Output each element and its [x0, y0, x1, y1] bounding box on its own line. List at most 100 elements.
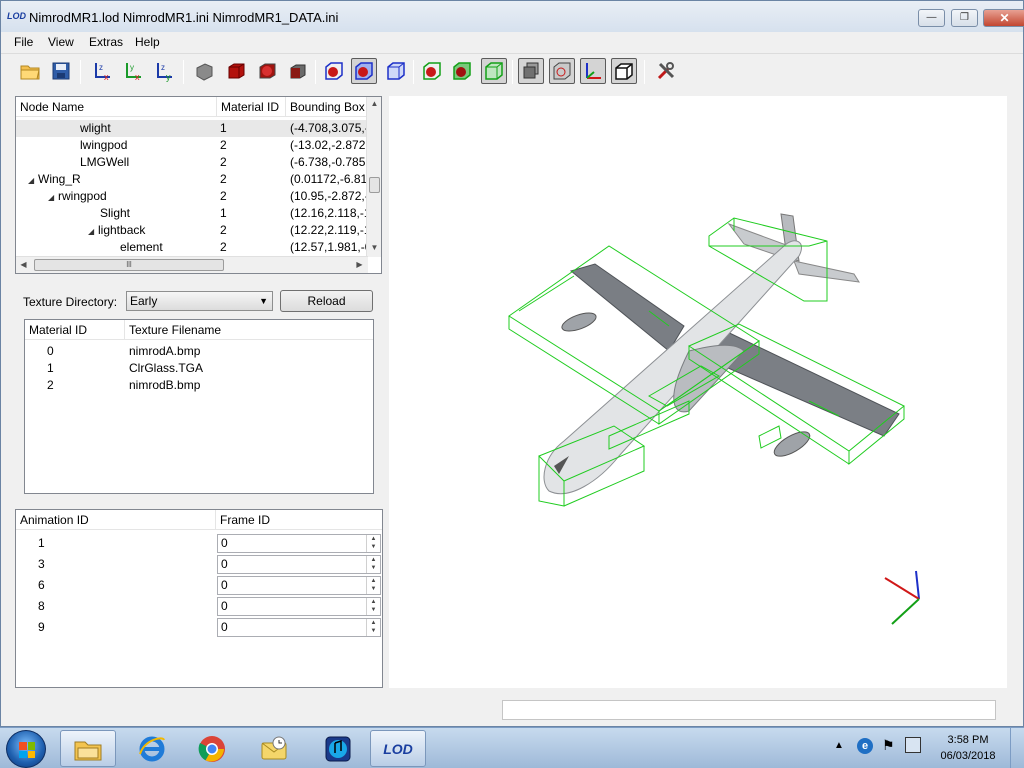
expand-triangle-icon[interactable]: ◢	[28, 172, 38, 188]
spin-up-icon[interactable]: ▲	[367, 619, 380, 627]
dark-cube-icon[interactable]	[285, 58, 311, 84]
title-bar[interactable]: LOD NimrodMR1.lod NimrodMR1.ini NimrodMR…	[1, 1, 1024, 32]
menu-extras[interactable]: Extras	[87, 34, 125, 50]
network-icon[interactable]	[905, 737, 921, 753]
model-viewport[interactable]	[389, 96, 1007, 688]
spin-down-icon[interactable]: ▼	[367, 627, 380, 635]
file-explorer-icon[interactable]	[60, 730, 116, 767]
node-tree-vscroll[interactable]: ▲ ▼	[366, 97, 381, 257]
menu-view[interactable]: View	[46, 34, 76, 50]
frame-id-value: 0	[221, 536, 228, 550]
internet-explorer-icon[interactable]	[124, 730, 180, 767]
show-desktop-button[interactable]	[1010, 728, 1024, 768]
spin-down-icon[interactable]: ▼	[367, 606, 380, 614]
spinbox-arrows[interactable]: ▲ ▼	[366, 598, 380, 615]
wire-box-icon[interactable]	[549, 58, 575, 84]
clock-date[interactable]: 06/03/2018	[934, 750, 1002, 762]
texture-row[interactable]: 1 ClrGlass.TGA	[25, 360, 373, 377]
clock-time[interactable]: 3:58 PM	[938, 734, 998, 746]
tree-node-row[interactable]: element 2 (12.57,1.981,-0	[16, 239, 368, 256]
spin-down-icon[interactable]: ▼	[367, 564, 380, 572]
start-button[interactable]	[6, 730, 46, 768]
node-tree-vscroll-thumb[interactable]	[369, 177, 380, 193]
menu-file[interactable]: File	[12, 34, 35, 50]
show-hidden-icon[interactable]: ▲	[834, 740, 844, 751]
axes-icon[interactable]	[580, 58, 606, 84]
edge-tray-icon[interactable]: e	[857, 738, 873, 754]
texture-directory-select[interactable]: Early ▼	[126, 291, 273, 311]
flag-icon[interactable]: ⚑	[882, 737, 895, 754]
col-texture-filename[interactable]: Texture Filename	[125, 320, 373, 340]
frame-id-spinbox[interactable]: 0 ▲ ▼	[217, 534, 381, 553]
spin-up-icon[interactable]: ▲	[367, 556, 380, 564]
maximize-button[interactable]: ❐	[951, 9, 978, 27]
shaded-solid-icon[interactable]	[191, 58, 217, 84]
tree-node-row[interactable]: ◢ lightback 2 (12.22,2.119,-1	[16, 222, 368, 239]
frame-id-spinbox[interactable]: 0 ▲ ▼	[217, 555, 381, 574]
blue-box-outline-icon[interactable]	[383, 58, 409, 84]
blue-box-solid-icon[interactable]	[351, 58, 377, 84]
col-texture-material-id[interactable]: Material ID	[25, 320, 125, 340]
tree-node-row[interactable]: lwingpod 2 (-13.02,-2.872,-	[16, 137, 368, 154]
col-bounding-box[interactable]: Bounding Box	[286, 97, 368, 117]
rotate-z-icon[interactable]: zx	[89, 58, 115, 84]
reload-button[interactable]: Reload	[280, 290, 373, 312]
col-node-name[interactable]: Node Name	[16, 97, 217, 117]
col-frame-id[interactable]: Frame ID	[216, 510, 382, 530]
expand-triangle-icon[interactable]: ◢	[48, 189, 58, 205]
spin-down-icon[interactable]: ▼	[367, 543, 380, 551]
lod-app-icon[interactable]: LOD	[370, 730, 426, 767]
col-material-id[interactable]: Material ID	[217, 97, 286, 117]
frame-id-spinbox[interactable]: 0 ▲ ▼	[217, 597, 381, 616]
green-box-outline-icon[interactable]	[481, 58, 507, 84]
spinbox-arrows[interactable]: ▲ ▼	[366, 535, 380, 552]
open-folder-icon[interactable]	[17, 58, 43, 84]
close-button[interactable]: ✕	[983, 9, 1024, 27]
green-box-red-icon[interactable]	[419, 58, 445, 84]
tree-node-material: 2	[220, 240, 227, 254]
tree-node-row[interactable]: ◢ Wing_R 2 (0.01172,-6.811	[16, 171, 368, 188]
spinbox-arrows[interactable]: ▲ ▼	[366, 556, 380, 573]
red-cube-icon[interactable]	[254, 58, 280, 84]
layers-icon[interactable]	[518, 58, 544, 84]
spin-up-icon[interactable]: ▲	[367, 598, 380, 606]
node-tree-hscroll[interactable]: ◀ lll ▶	[16, 256, 368, 273]
texture-row[interactable]: 0 nimrodA.bmp	[25, 343, 373, 360]
media-player-icon[interactable]	[310, 730, 366, 767]
spin-up-icon[interactable]: ▲	[367, 535, 380, 543]
minimize-button[interactable]: —	[918, 9, 945, 27]
frame-id-spinbox[interactable]: 0 ▲ ▼	[217, 618, 381, 637]
frame-id-spinbox[interactable]: 0 ▲ ▼	[217, 576, 381, 595]
scroll-right-icon[interactable]: ▶	[352, 260, 367, 269]
tree-node-row[interactable]: LMGWell 2 (-6.738,-0.7852	[16, 154, 368, 171]
animation-table[interactable]: Animation ID Frame ID 1 0 ▲ ▼ 3 0 ▲ ▼ 6 0 ▲ ▼ 8 0 ▲ ▼ 9 0…	[15, 509, 383, 688]
tree-node-row[interactable]: Slight 1 (12.16,2.118,-1	[16, 205, 368, 222]
spin-up-icon[interactable]: ▲	[367, 577, 380, 585]
menu-help[interactable]: Help	[133, 34, 162, 50]
scroll-down-icon[interactable]: ▼	[367, 243, 381, 252]
save-icon[interactable]	[48, 58, 74, 84]
green-box-solid-icon[interactable]	[449, 58, 475, 84]
outline-cube-icon[interactable]	[611, 58, 637, 84]
taskbar: LOD ▲ e ⚑ 3:58 PM 06/03/2018	[0, 727, 1024, 768]
node-tree[interactable]: Node Name Material ID Bounding Box wligh…	[15, 96, 382, 274]
spinbox-arrows[interactable]: ▲ ▼	[366, 577, 380, 594]
blue-box-red-icon[interactable]	[321, 58, 347, 84]
expand-triangle-icon[interactable]: ◢	[88, 223, 98, 239]
tree-node-row[interactable]: wlight 1 (-4.708,3.075,-1	[16, 120, 368, 137]
spinbox-arrows[interactable]: ▲ ▼	[366, 619, 380, 636]
rotate-z-y-icon[interactable]: zy	[151, 58, 177, 84]
scroll-left-icon[interactable]: ◀	[16, 260, 31, 269]
node-tree-hscroll-thumb[interactable]: lll	[34, 259, 224, 271]
spin-down-icon[interactable]: ▼	[367, 585, 380, 593]
scroll-up-icon[interactable]: ▲	[367, 99, 381, 108]
tools-icon[interactable]	[653, 58, 679, 84]
texture-row[interactable]: 2 nimrodB.bmp	[25, 377, 373, 394]
rotate-y-icon[interactable]: yx	[120, 58, 146, 84]
red-solid-icon[interactable]	[223, 58, 249, 84]
chrome-icon[interactable]	[184, 730, 240, 767]
tree-node-row[interactable]: ◢rwingpod2(10.95,-2.872,-1	[16, 188, 368, 205]
outlook-icon[interactable]	[246, 730, 302, 767]
col-animation-id[interactable]: Animation ID	[16, 510, 216, 530]
texture-table[interactable]: Material ID Texture Filename 0 nimrodA.bm…	[24, 319, 374, 494]
